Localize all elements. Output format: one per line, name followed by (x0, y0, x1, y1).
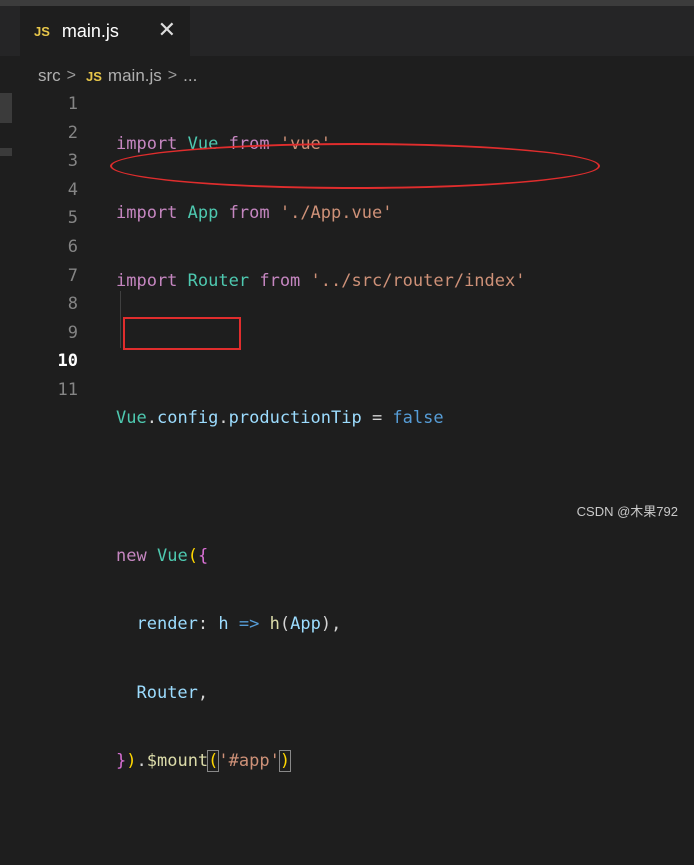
punctuation: , (331, 614, 342, 635)
identifier: Vue (116, 408, 147, 429)
parameter: h (218, 614, 229, 635)
line-number: 7 (67, 265, 78, 286)
bracket: { (197, 545, 209, 566)
watermark: CSDN @木果792 (576, 504, 678, 519)
editor-tab-bar: JS main.js ✕ (0, 6, 694, 56)
property: config (156, 408, 219, 429)
code-editor[interactable]: import Vue from 'vue' import App from '.… (116, 90, 525, 865)
js-file-icon: JS (86, 68, 102, 84)
function-call: h (269, 614, 280, 635)
punctuation: . (146, 408, 157, 429)
line-number: 8 (67, 294, 78, 315)
code-line-5[interactable]: Vue.config.productionTip = false (116, 404, 525, 433)
js-file-icon: JS (34, 23, 50, 39)
string-literal: './App.vue' (279, 202, 393, 223)
identifier: Router (187, 271, 250, 292)
keyword: import (116, 271, 178, 292)
keyword: new (116, 545, 147, 566)
identifier: App (187, 202, 219, 223)
argument: App (290, 614, 321, 635)
annotation-ellipse (110, 143, 600, 189)
line-number-gutter: 1 2 3 4 5 6 7 8 9 10 11 (20, 90, 78, 405)
keyword: import (116, 202, 178, 223)
line-number: 6 (67, 236, 78, 257)
sidebar-edge-mark (0, 148, 12, 156)
line-number: 5 (67, 208, 78, 229)
breadcrumb-file[interactable]: main.js (108, 66, 162, 86)
code-line-11[interactable] (116, 816, 525, 845)
code-line-2[interactable]: import App from './App.vue' (116, 199, 525, 228)
punctuation: . (218, 408, 229, 429)
chevron-right-icon: > (66, 67, 77, 84)
breadcrumb: src > JS main.js > ... (38, 64, 197, 88)
line-number-active: 10 (57, 351, 78, 372)
line-number: 11 (57, 379, 78, 400)
operator: = (361, 408, 393, 429)
bracket-match: ( (207, 750, 220, 773)
bracket: } (116, 751, 127, 772)
code-line-8[interactable]: render: h => h(App), (116, 610, 525, 639)
code-line-7[interactable]: new Vue({ (116, 542, 525, 571)
property: productionTip (228, 408, 362, 429)
punctuation: . (136, 751, 147, 772)
line-number: 1 (67, 94, 78, 114)
line-number: 3 (67, 151, 78, 172)
arrow-operator: => (228, 614, 270, 635)
bracket: ) (126, 751, 137, 772)
keyword: from (259, 271, 301, 292)
string-literal: '#app' (218, 751, 280, 772)
property: render (136, 614, 198, 635)
code-line-10[interactable]: }).$mount('#app') (116, 747, 525, 776)
sidebar-edge-highlight (0, 93, 12, 123)
line-number: 4 (67, 179, 78, 200)
bracket: ( (279, 614, 291, 635)
breadcrumb-symbols[interactable]: ... (183, 66, 197, 86)
code-line-3[interactable]: import Router from '../src/router/index' (116, 267, 525, 296)
sidebar-edge (0, 56, 20, 530)
chevron-right-icon: > (167, 67, 178, 84)
code-line-6[interactable] (116, 473, 525, 502)
bracket-match: ) (278, 750, 292, 773)
string-literal: '../src/router/index' (310, 271, 526, 292)
bracket: ) (320, 614, 332, 635)
function-call: $mount (146, 751, 209, 772)
tab-label: main.js (61, 20, 119, 41)
punctuation: , (197, 682, 209, 703)
keyword: from (228, 202, 270, 223)
code-line-9[interactable]: Router, (116, 679, 525, 708)
close-icon[interactable]: ✕ (158, 18, 176, 42)
bracket: ( (187, 545, 198, 566)
identifier: Vue (156, 545, 188, 566)
annotation-box (123, 317, 241, 350)
line-number: 2 (67, 122, 78, 143)
boolean-literal: false (392, 408, 444, 429)
property: Router (136, 682, 198, 703)
line-number: 9 (67, 322, 78, 343)
tab-main-js[interactable]: JS main.js ✕ (20, 6, 190, 56)
punctuation: : (197, 614, 219, 635)
breadcrumb-folder[interactable]: src (38, 66, 61, 86)
